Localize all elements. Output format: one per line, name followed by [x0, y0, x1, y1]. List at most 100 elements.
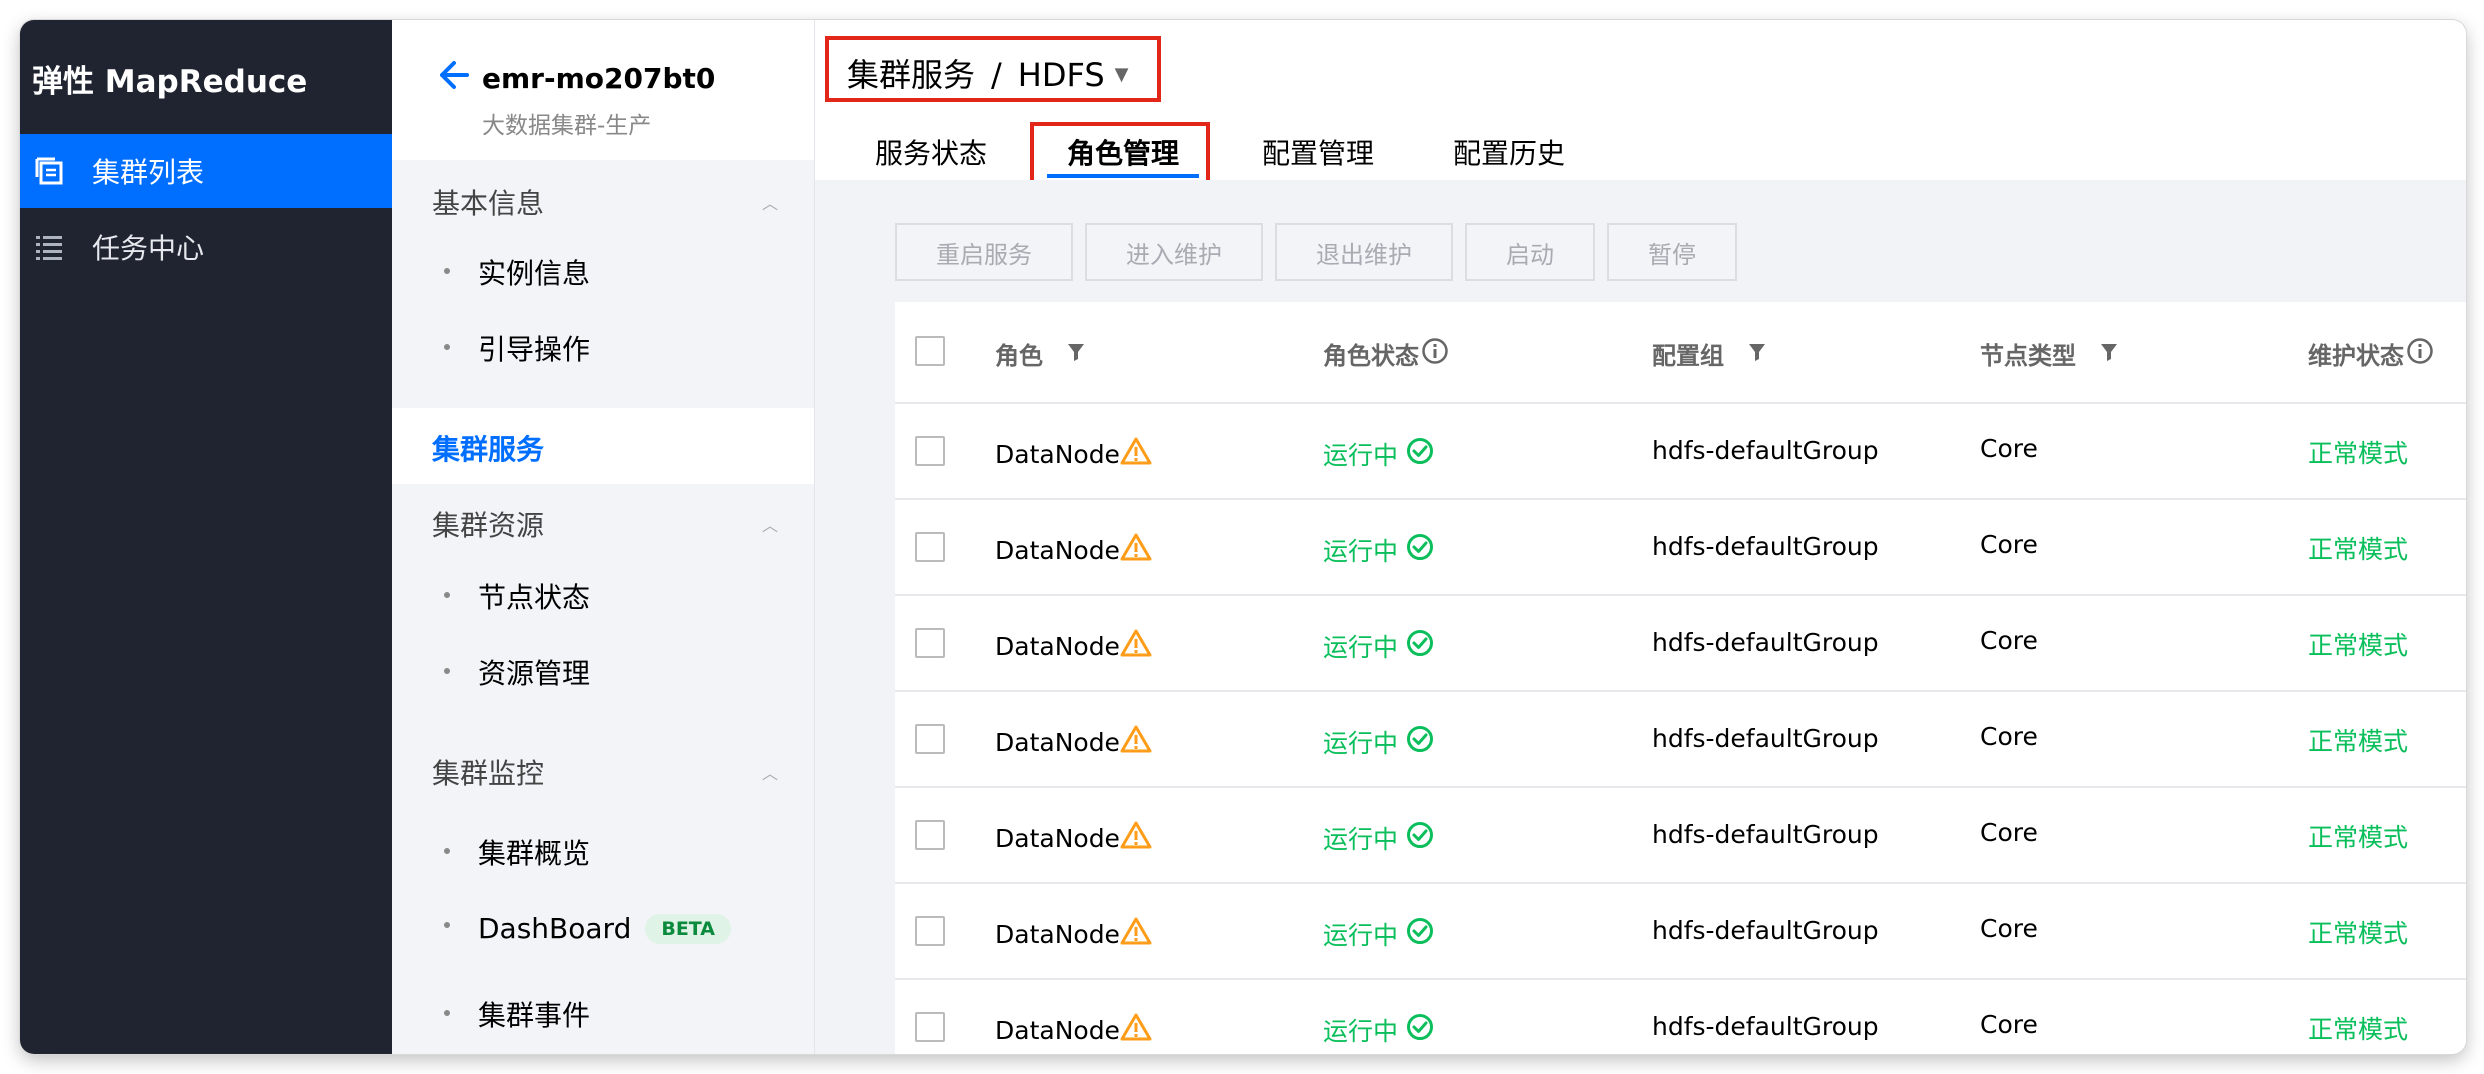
select-all-checkbox[interactable] [915, 336, 945, 366]
tab-role-management[interactable]: 角色管理 [1067, 132, 1179, 172]
table-row[interactable]: DataNode 运行中 hdfs-defaultGroup Core 正常模式 [895, 786, 2466, 884]
filter-icon[interactable] [1748, 340, 1766, 368]
config-group-text: hdfs-defaultGroup [1652, 1012, 1879, 1041]
cell-maintenance-status: 正常模式 [2308, 722, 2408, 758]
row-checkbox[interactable] [915, 628, 945, 658]
cell-config-group: hdfs-defaultGroup [1652, 820, 1879, 849]
row-checkbox[interactable] [915, 820, 945, 850]
config-group-text: hdfs-defaultGroup [1652, 820, 1879, 849]
menu-group-resource[interactable]: 集群资源 [432, 504, 544, 544]
breadcrumb-current[interactable]: HDFS [1018, 56, 1105, 94]
enter-maintenance-button[interactable]: 进入维护 [1085, 223, 1263, 281]
menu-item-label: 实例信息 [478, 257, 591, 290]
menu-item-label: DashBoard [478, 912, 632, 945]
menu-item-cluster-overview[interactable]: 集群概览 [392, 820, 814, 880]
cell-role-status: 运行中 [1323, 628, 1434, 664]
chevron-up-icon[interactable]: ︿ [762, 512, 778, 536]
config-group-text: hdfs-defaultGroup [1652, 436, 1879, 465]
restart-service-button[interactable]: 重启服务 [895, 223, 1073, 281]
cell-node-type: Core [1980, 914, 2038, 943]
filter-icon[interactable] [2100, 340, 2118, 368]
cell-node-type: Core [1980, 626, 2038, 655]
config-group-text: hdfs-defaultGroup [1652, 916, 1879, 945]
nav-item-cluster-list[interactable]: 集群列表 [20, 134, 392, 208]
row-checkbox[interactable] [915, 724, 945, 754]
cell-role: DataNode [995, 436, 1152, 472]
beta-badge: BETA [645, 914, 731, 944]
bullet-icon [444, 848, 450, 854]
menu-group-monitor[interactable]: 集群监控 [432, 752, 544, 792]
cell-maintenance-status: 正常模式 [2308, 434, 2408, 470]
role-name: DataNode [995, 1015, 1120, 1045]
cluster-menu: emr-mo207bt0 大数据集群-生产 基本信息 ︿ 实例信息 引导操作 集… [392, 20, 815, 1054]
caret-down-icon[interactable]: ▼ [1115, 64, 1129, 85]
warning-icon [1120, 1012, 1152, 1048]
filter-icon[interactable] [1067, 340, 1085, 368]
table-row[interactable]: DataNode 运行中 hdfs-defaultGroup Core 正常模式 [895, 498, 2466, 596]
column-label: 角色 [995, 342, 1043, 370]
pause-button[interactable]: 暂停 [1607, 223, 1737, 281]
check-circle-icon [1406, 821, 1434, 855]
menu-item-cluster-events[interactable]: 集群事件 [392, 982, 814, 1042]
info-icon[interactable] [1421, 337, 1449, 371]
column-header-role: 角色 [995, 336, 1085, 371]
exit-maintenance-button[interactable]: 退出维护 [1275, 223, 1453, 281]
bullet-icon [444, 668, 450, 674]
back-arrow-icon[interactable] [436, 58, 470, 96]
breadcrumb-parent[interactable]: 集群服务 [847, 56, 975, 94]
table-row[interactable]: DataNode 运行中 hdfs-defaultGroup Core 正常模式 [895, 402, 2466, 500]
row-checkbox[interactable] [915, 436, 945, 466]
column-label: 角色状态 [1323, 342, 1419, 370]
tab-config-management[interactable]: 配置管理 [1262, 132, 1374, 172]
menu-group-basic[interactable]: 基本信息 [432, 182, 544, 222]
table-row[interactable]: DataNode 运行中 hdfs-defaultGroup Core 正常模式 [895, 882, 2466, 980]
menu-item-cluster-service[interactable]: 集群服务 [392, 408, 814, 484]
check-circle-icon [1406, 1013, 1434, 1047]
chevron-up-icon[interactable]: ︿ [762, 760, 778, 784]
warning-icon [1120, 916, 1152, 952]
tab-config-history[interactable]: 配置历史 [1453, 132, 1565, 172]
table-row[interactable]: DataNode 运行中 hdfs-defaultGroup Core 正常模式 [895, 690, 2466, 788]
menu-item-node-status[interactable]: 节点状态 [392, 564, 814, 624]
tab-service-status[interactable]: 服务状态 [875, 132, 987, 172]
bullet-icon [444, 922, 450, 928]
chevron-up-icon[interactable]: ︿ [762, 190, 778, 214]
info-icon[interactable] [2406, 337, 2434, 371]
bullet-icon [444, 344, 450, 350]
cluster-subtitle: 大数据集群-生产 [482, 113, 652, 139]
column-header-node-type: 节点类型 [1980, 336, 2118, 371]
column-header-config-group: 配置组 [1652, 336, 1766, 371]
warning-icon [1120, 436, 1152, 472]
row-checkbox[interactable] [915, 532, 945, 562]
maintenance-text: 正常模式 [2308, 1015, 2409, 1044]
column-label: 节点类型 [1980, 342, 2076, 370]
menu-item-bootstrap[interactable]: 引导操作 [392, 316, 814, 376]
row-checkbox[interactable] [915, 916, 945, 946]
row-checkbox[interactable] [915, 1012, 945, 1042]
start-button[interactable]: 启动 [1465, 223, 1595, 281]
cell-maintenance-status: 正常模式 [2308, 626, 2408, 662]
cell-config-group: hdfs-defaultGroup [1652, 724, 1879, 753]
menu-item-label-wrap: DashBoard BETA [478, 912, 731, 945]
nav-item-task-center[interactable]: 任务中心 [20, 210, 392, 284]
column-label: 配置组 [1652, 342, 1724, 370]
table-row[interactable]: DataNode 运行中 hdfs-defaultGroup Core 正常模式 [895, 594, 2466, 692]
menu-item-resource-management[interactable]: 资源管理 [392, 640, 814, 700]
primary-sidebar: 弹性 MapReduce 集群列表 任务中心 [20, 20, 392, 1054]
maintenance-text: 正常模式 [2308, 919, 2409, 948]
menu-item-dashboard[interactable]: DashBoard BETA [392, 900, 814, 960]
status-text: 运行中 [1323, 825, 1399, 854]
cell-maintenance-status: 正常模式 [2308, 914, 2408, 950]
table-header: 角色 角色状态 配置组 节点类型 维护状态 [895, 302, 2466, 404]
menu-item-instance-info[interactable]: 实例信息 [392, 240, 814, 300]
check-circle-icon [1406, 437, 1434, 471]
node-type-text: Core [1980, 530, 2038, 559]
node-type-text: Core [1980, 434, 2038, 463]
status-text: 运行中 [1323, 633, 1399, 662]
table-row[interactable]: DataNode 运行中 hdfs-defaultGroup Core 正常模式 [895, 978, 2466, 1054]
cell-config-group: hdfs-defaultGroup [1652, 532, 1879, 561]
cell-role-status: 运行中 [1323, 724, 1434, 760]
check-circle-icon [1406, 533, 1434, 567]
role-name: DataNode [995, 727, 1120, 757]
role-name: DataNode [995, 535, 1120, 565]
